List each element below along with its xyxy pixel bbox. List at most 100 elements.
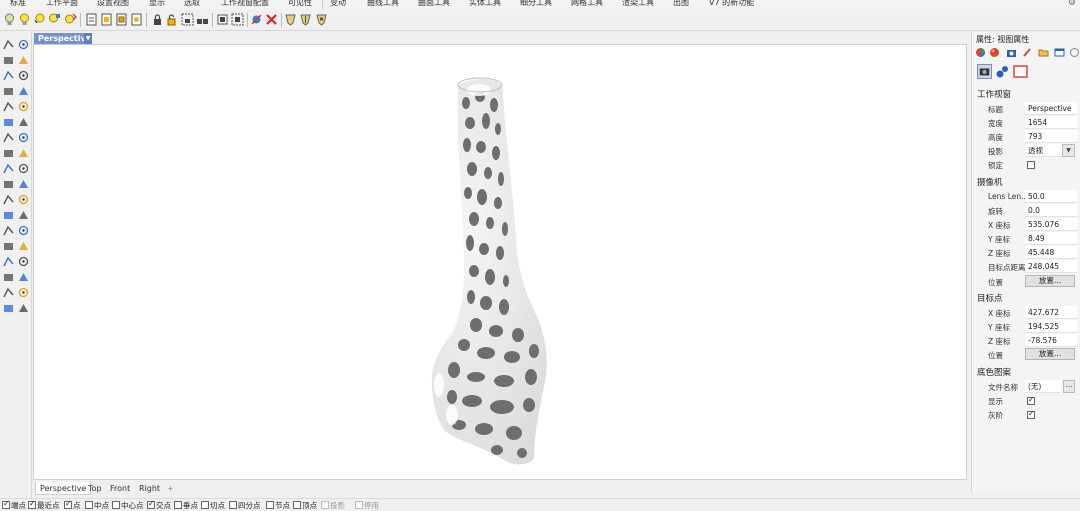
grayscale-checkbox[interactable] (1027, 409, 1035, 419)
prop-value[interactable]: 1654 (1025, 116, 1077, 129)
extrude-icon[interactable] (17, 162, 30, 175)
tab-right[interactable]: Right (135, 482, 164, 495)
light-bulb-cursor-icon[interactable] (33, 13, 46, 26)
rotate-icon[interactable] (2, 224, 15, 237)
perspective-viewport[interactable] (33, 44, 967, 480)
rectangle-icon[interactable] (17, 85, 30, 98)
fillet-icon[interactable] (2, 116, 15, 129)
tab-curve-tools[interactable]: 曲线工具 (367, 0, 399, 9)
light-bulb-icon[interactable] (3, 13, 16, 26)
lock-select-icon[interactable] (181, 13, 194, 26)
light-bulb-arrow-icon[interactable] (64, 13, 77, 26)
document-icon[interactable] (85, 13, 98, 26)
checkbox[interactable] (321, 501, 329, 509)
trim-icon[interactable] (2, 193, 15, 206)
document-star-icon[interactable] (130, 13, 143, 26)
lock-toggle-icon[interactable] (166, 13, 179, 26)
prop-value[interactable]: Perspective (1025, 102, 1077, 115)
checkbox[interactable] (28, 499, 36, 509)
layer-icon[interactable] (2, 286, 15, 299)
prop-value[interactable]: 45.448 (1025, 246, 1077, 259)
prop-value[interactable]: 0.0 (1025, 204, 1077, 217)
array-icon[interactable] (17, 240, 30, 253)
sphere-icon[interactable] (17, 147, 30, 160)
ellipse-icon[interactable] (17, 69, 30, 82)
lock-icon[interactable] (151, 13, 164, 26)
tab-render-tools[interactable]: 渲染工具 (622, 0, 654, 9)
prop-value[interactable]: 194.525 (1025, 320, 1077, 333)
box-icon[interactable] (2, 147, 15, 160)
checkbox[interactable] (85, 501, 93, 509)
polyline-icon[interactable] (2, 54, 15, 67)
material-ball-icon[interactable] (989, 47, 1000, 58)
more-icon[interactable] (1069, 47, 1080, 58)
checkbox[interactable] (201, 501, 209, 509)
window-icon[interactable] (1054, 47, 1065, 58)
brush-icon[interactable] (1022, 47, 1033, 58)
lock-layer-icon[interactable] (196, 13, 209, 26)
tab-front[interactable]: Front (106, 482, 134, 495)
boolean-icon[interactable] (2, 178, 15, 191)
folder-icon[interactable] (1038, 47, 1049, 58)
tab-select[interactable]: 选取 (184, 0, 200, 9)
curve-icon[interactable] (17, 54, 30, 67)
mirror-icon[interactable] (2, 240, 15, 253)
shield-icon[interactable] (284, 13, 297, 26)
check-icon[interactable] (2, 302, 15, 315)
tab-solid-tools[interactable]: 实体工具 (469, 0, 501, 9)
prop-value[interactable]: -78.576 (1025, 334, 1077, 347)
checkbox[interactable] (64, 499, 72, 509)
checkbox[interactable] (293, 501, 301, 509)
render-icon[interactable] (17, 286, 30, 299)
tab-subd-tools[interactable]: 细分工具 (520, 0, 552, 9)
locked-checkbox[interactable] (1027, 161, 1035, 169)
view-wallpaper-icon[interactable] (995, 64, 1010, 79)
tab-viewport-layout[interactable]: 工作视窗配置 (221, 0, 269, 9)
browse-button[interactable]: ... (1063, 380, 1075, 393)
offset-icon[interactable] (17, 116, 30, 129)
tab-perspective[interactable]: Perspective (35, 482, 92, 495)
document-layer-icon[interactable] (115, 13, 128, 26)
projection-select[interactable]: 透视 (1025, 144, 1062, 157)
tab-new-in-v7[interactable]: V7 的新功能 (709, 0, 754, 9)
viewport-menu-chevron-down-icon[interactable]: ▼ (84, 33, 92, 44)
prop-value[interactable]: 427.672 (1025, 306, 1077, 319)
tab-drafting[interactable]: 出图 (673, 0, 689, 9)
checkbox[interactable] (266, 501, 274, 509)
prop-value[interactable]: 50.0 (1025, 190, 1077, 203)
shield-select-icon[interactable] (315, 13, 328, 26)
tab-set-view[interactable]: 设置视图 (97, 0, 129, 9)
tab-standard[interactable]: 标准 (10, 0, 26, 9)
prop-value[interactable]: 793 (1025, 130, 1077, 143)
tab-cplanes[interactable]: 工作平面 (46, 0, 78, 9)
prop-value[interactable]: 535.076 (1025, 218, 1077, 231)
select-arrow-icon[interactable] (2, 38, 15, 51)
tab-display[interactable]: 显示 (149, 0, 165, 9)
tab-transform[interactable]: 变动 (330, 0, 346, 9)
view-background-icon[interactable] (1013, 64, 1028, 79)
freeform-icon[interactable] (17, 100, 30, 113)
surface-icon[interactable] (2, 131, 15, 144)
text-icon[interactable] (2, 255, 15, 268)
grid-select-icon[interactable] (216, 13, 229, 26)
tab-mesh-tools[interactable]: 网格工具 (571, 0, 603, 9)
tab-top[interactable]: Top (84, 482, 106, 495)
place-target-button[interactable]: 放置... (1025, 348, 1075, 360)
swap-icon[interactable] (250, 13, 263, 26)
checkbox[interactable] (229, 501, 237, 509)
camera-icon[interactable] (1006, 47, 1017, 58)
shield-pen-icon[interactable] (299, 13, 312, 26)
light-bulb-filter-icon[interactable] (48, 13, 61, 26)
prop-value[interactable]: 248.045 (1025, 260, 1077, 273)
show-checkbox[interactable] (1027, 395, 1035, 405)
dimension-icon[interactable] (17, 255, 30, 268)
document-color-icon[interactable] (100, 13, 113, 26)
split-icon[interactable] (17, 178, 30, 191)
checkbox[interactable] (2, 499, 10, 509)
view-camera-icon[interactable] (977, 64, 992, 79)
polygon-icon[interactable] (2, 100, 15, 113)
checkbox[interactable] (355, 501, 363, 509)
move-icon[interactable] (2, 209, 15, 222)
snap-icon[interactable] (17, 271, 30, 284)
arc-icon[interactable] (2, 85, 15, 98)
